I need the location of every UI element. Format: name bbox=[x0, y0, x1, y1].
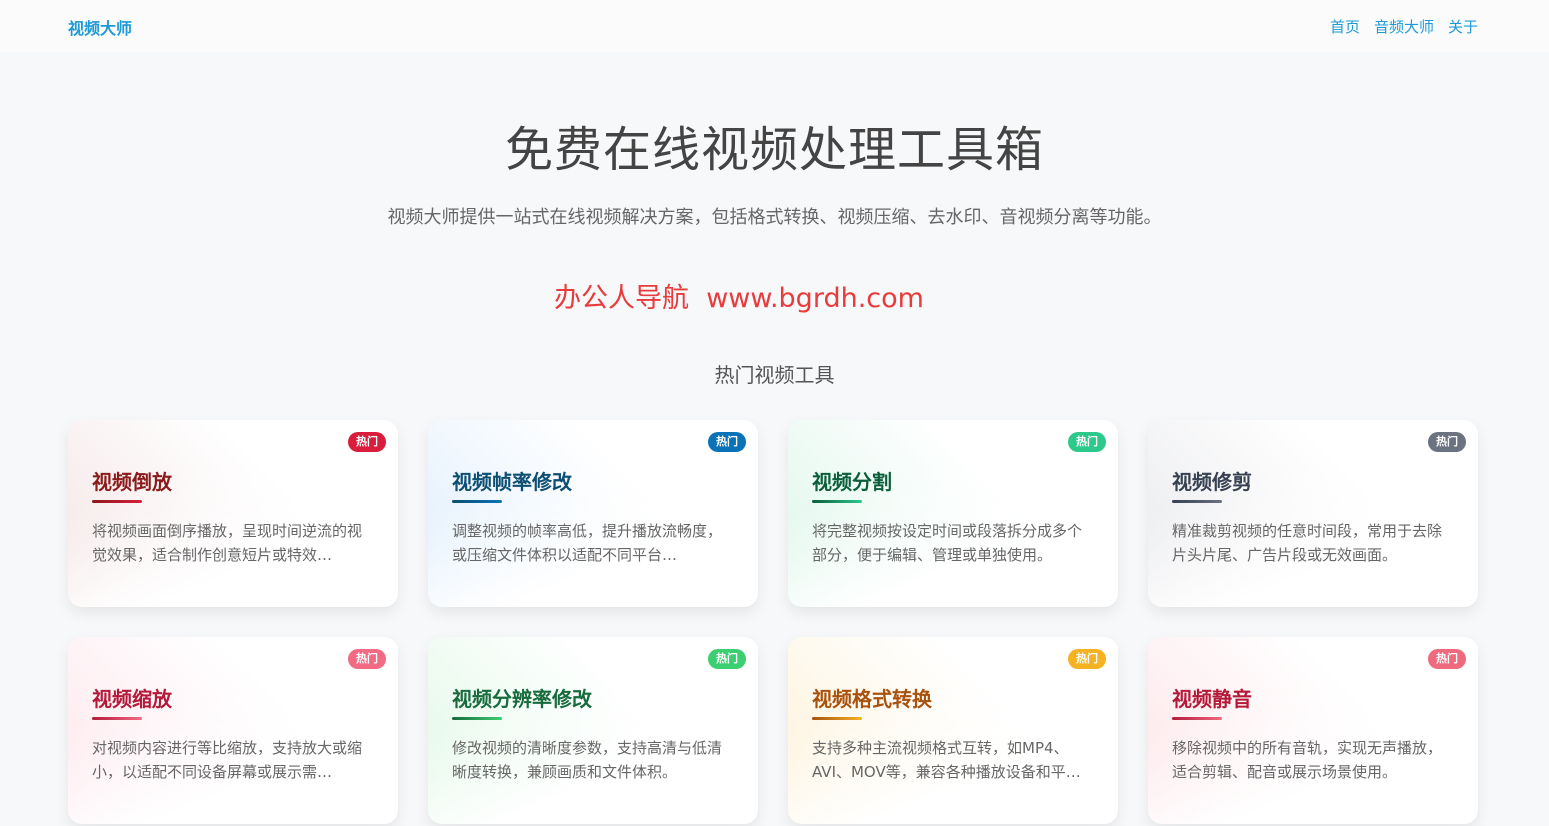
card-description: 精准裁剪视频的任意时间段，常用于去除片头片尾、广告片段或无效画面。 bbox=[1172, 522, 1443, 564]
card-title-underline bbox=[812, 717, 862, 720]
card-title: 视频静音 bbox=[1172, 687, 1252, 711]
card-title-underline bbox=[452, 500, 502, 503]
tool-card[interactable]: 热门视频修剪精准裁剪视频的任意时间段，常用于去除片头片尾、广告片段或无效画面。 bbox=[1148, 420, 1478, 607]
card-title: 视频缩放 bbox=[92, 687, 172, 711]
hot-badge: 热门 bbox=[348, 432, 386, 452]
section-title: 热门视频工具 bbox=[714, 363, 835, 387]
promo-text: 办公人导航 www.bgrdh.com bbox=[554, 283, 924, 314]
nav-links: 首页 音频大师 关于 bbox=[1330, 16, 1478, 37]
card-title: 视频分割 bbox=[812, 470, 892, 494]
card-description: 将完整视频按设定时间或段落拆分成多个部分，便于编辑、管理或单独使用。 bbox=[812, 522, 1083, 564]
card-title: 视频分辨率修改 bbox=[452, 687, 592, 711]
nav-link-about[interactable]: 关于 bbox=[1448, 16, 1478, 37]
hot-badge: 热门 bbox=[1428, 649, 1466, 669]
hot-badge: 热门 bbox=[1068, 432, 1106, 452]
card-title: 视频修剪 bbox=[1172, 470, 1252, 494]
card-title-underline bbox=[1172, 717, 1222, 720]
top-navbar: 视频大师 首页 音频大师 关于 bbox=[0, 0, 1549, 52]
hot-badge: 热门 bbox=[348, 649, 386, 669]
tool-card[interactable]: 热门视频倒放将视频画面倒序播放，呈现时间逆流的视觉效果，适合制作创意短片或特效… bbox=[68, 420, 398, 607]
tool-card[interactable]: 热门视频缩放对视频内容进行等比缩放，支持放大或缩小，以适配不同设备屏幕或展示需… bbox=[68, 637, 398, 824]
card-title-underline bbox=[92, 717, 142, 720]
nav-link-home[interactable]: 首页 bbox=[1330, 16, 1360, 37]
card-description: 支持多种主流视频格式互转，如MP4、AVI、MOV等，兼容各种播放设备和平… bbox=[812, 739, 1081, 781]
card-title: 视频格式转换 bbox=[812, 687, 932, 711]
card-title: 视频帧率修改 bbox=[452, 470, 572, 494]
tool-card-grid: 热门 视频倒放 将视频画面倒序播放，呈现时间逆流的视觉效果，适合制作创意短片或特效…… bbox=[68, 420, 1478, 824]
card-description: 移除视频中的所有音轨，实现无声播放，适合剪辑、配音或展示场景使用。 bbox=[1172, 739, 1443, 781]
card-description: 修改视频的清晰度参数，支持高清与低清晰度转换，兼顾画质和文件体积。 bbox=[452, 739, 723, 781]
hot-badge: 热门 bbox=[1428, 432, 1466, 452]
tool-card[interactable]: 热门视频分辨率修改修改视频的清晰度参数，支持高清与低清晰度转换，兼顾画质和文件体… bbox=[428, 637, 758, 824]
hero-title: 免费在线视频处理工具箱 bbox=[504, 122, 1044, 178]
card-title-underline bbox=[452, 717, 502, 720]
card-description: 将视频画面倒序播放，呈现时间逆流的视觉效果，适合制作创意短片或特效… bbox=[92, 522, 363, 564]
brand-logo[interactable]: 视频大师 bbox=[68, 15, 132, 39]
card-title-underline bbox=[1172, 500, 1222, 503]
card-description: 对视频内容进行等比缩放，支持放大或缩小，以适配不同设备屏幕或展示需… bbox=[92, 739, 363, 781]
nav-link-audio-master[interactable]: 音频大师 bbox=[1374, 16, 1434, 37]
hot-badge: 热门 bbox=[1068, 649, 1106, 669]
card-description: 调整视频的帧率高低，提升播放流畅度，或压缩文件体积以适配不同平台… bbox=[452, 522, 723, 564]
hot-badge: 热门 bbox=[708, 649, 746, 669]
hot-badge: 热门 bbox=[708, 432, 746, 452]
card-title: 视频倒放 bbox=[92, 470, 172, 494]
tool-card[interactable]: 热门视频格式转换支持多种主流视频格式互转，如MP4、AVI、MOV等，兼容各种播… bbox=[788, 637, 1118, 824]
hero-subtitle: 视频大师提供一站式在线视频解决方案，包括格式转换、视频压缩、去水印、音视频分离等… bbox=[387, 207, 1162, 228]
card-title-underline bbox=[92, 500, 142, 503]
tool-card[interactable]: 热门视频静音移除视频中的所有音轨，实现无声播放，适合剪辑、配音或展示场景使用。 bbox=[1148, 637, 1478, 824]
card-title-underline bbox=[812, 500, 862, 503]
tool-card[interactable]: 热门视频分割将完整视频按设定时间或段落拆分成多个部分，便于编辑、管理或单独使用。 bbox=[788, 420, 1118, 607]
tool-card[interactable]: 热门视频帧率修改调整视频的帧率高低，提升播放流畅度，或压缩文件体积以适配不同平台… bbox=[428, 420, 758, 607]
